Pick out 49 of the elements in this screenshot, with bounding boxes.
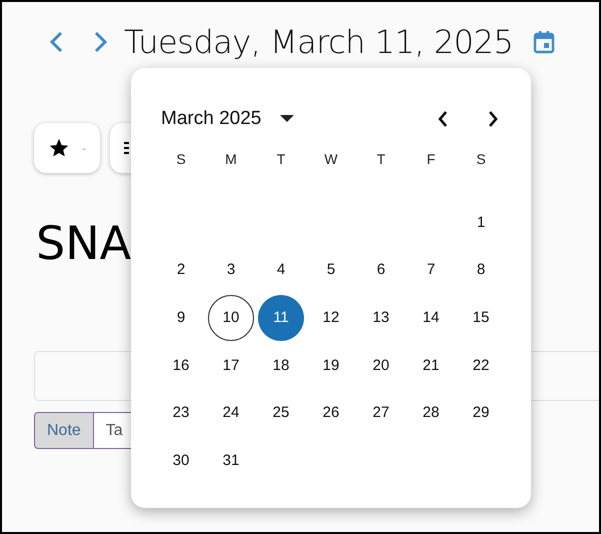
day-cell[interactable]: 6 <box>358 246 404 293</box>
note-type-tab[interactable]: Note <box>34 412 94 449</box>
weekday-label: M <box>225 151 237 169</box>
day-cell[interactable]: 27 <box>358 390 404 436</box>
weekday-label: F <box>426 151 436 169</box>
day-cell[interactable]: 28 <box>408 390 454 436</box>
list-icon <box>124 142 129 154</box>
day-cell[interactable]: 30 <box>158 437 204 484</box>
weekday-label: S <box>176 151 186 169</box>
day-cell[interactable]: 15 <box>458 294 504 341</box>
day-cell[interactable]: 10 <box>208 294 254 341</box>
day-cell[interactable]: 1 <box>458 199 504 246</box>
caret-down-icon <box>280 115 294 123</box>
day-cell[interactable]: 16 <box>158 342 204 388</box>
chevron-right-icon <box>487 110 499 128</box>
day-cell[interactable]: 23 <box>158 390 204 436</box>
calendar-icon <box>533 30 556 54</box>
day-cell[interactable]: 5 <box>308 246 354 293</box>
weekday-label: T <box>376 151 386 169</box>
day-cell[interactable]: 25 <box>258 390 304 436</box>
day-cell[interactable]: 22 <box>458 342 504 388</box>
date-title: Tuesday, March 11, 2025 <box>124 23 514 61</box>
day-cell[interactable]: 11 <box>258 294 304 341</box>
weekday-label: T <box>276 151 286 169</box>
day-cell[interactable]: 13 <box>358 294 404 341</box>
weekday-label: S <box>476 151 486 169</box>
day-cell[interactable]: 26 <box>308 390 354 436</box>
day-cell[interactable]: 3 <box>208 246 254 293</box>
weekday-label: W <box>324 151 338 169</box>
day-cell[interactable]: 24 <box>208 390 254 436</box>
day-cell[interactable]: 18 <box>258 342 304 388</box>
day-cell[interactable]: 14 <box>408 294 454 341</box>
day-cell[interactable]: 8 <box>458 246 504 293</box>
day-cell[interactable]: 17 <box>208 342 254 388</box>
chevron-left-icon <box>437 110 449 128</box>
day-cell[interactable]: 20 <box>358 342 404 388</box>
day-cell[interactable]: 9 <box>158 294 204 341</box>
day-cell[interactable]: 31 <box>208 437 254 484</box>
calendar-button[interactable] <box>533 30 556 54</box>
day-cell[interactable]: 29 <box>458 390 504 436</box>
day-cell[interactable]: 4 <box>258 246 304 293</box>
day-cell[interactable]: 21 <box>408 342 454 388</box>
day-cell[interactable]: 12 <box>308 294 354 341</box>
day-cell[interactable]: 2 <box>158 246 204 293</box>
page-title: SNA <box>36 217 132 269</box>
star-icon <box>48 137 70 159</box>
month-label: March 2025 <box>161 108 262 130</box>
day-cell[interactable]: 7 <box>408 246 454 293</box>
day-cell[interactable]: 19 <box>308 342 354 388</box>
